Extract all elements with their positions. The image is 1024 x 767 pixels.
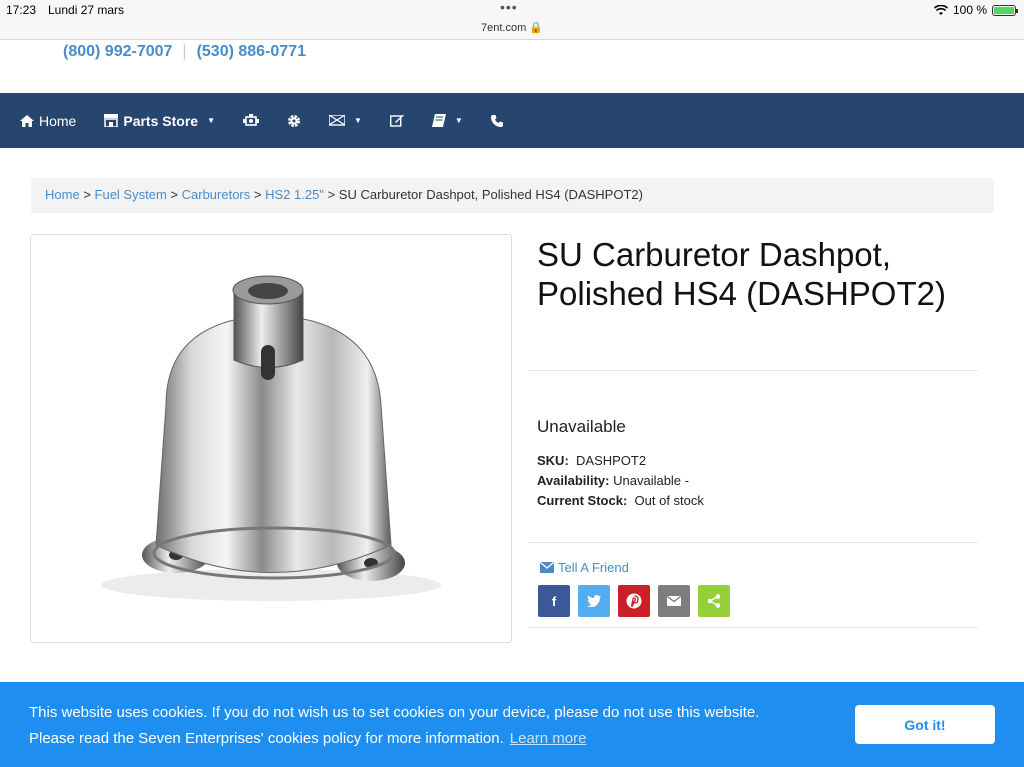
main-navbar: Home Parts Store ▼ ▼ ▼ — [0, 93, 1024, 148]
wifi-icon — [933, 4, 948, 15]
availability-label: Availability: — [537, 473, 610, 488]
cookie-text: This website uses cookies. If you do not… — [29, 700, 829, 752]
phone-link-2[interactable]: (530) 886-0771 — [197, 43, 306, 61]
breadcrumb-home[interactable]: Home — [45, 187, 80, 202]
nav-engine[interactable] — [242, 113, 259, 128]
chevron-down-icon: ▼ — [454, 116, 463, 125]
availability-value: Unavailable - — [613, 473, 689, 488]
chevron-down-icon: ▼ — [207, 116, 215, 125]
breadcrumb-current: SU Carburetor Dashpot, Polished HS4 (DAS… — [338, 187, 643, 202]
product-image[interactable] — [31, 235, 511, 642]
nav-parts-store[interactable]: Parts Store ▼ — [104, 113, 215, 129]
facebook-icon: f — [551, 593, 557, 609]
browser-status-bar: 17:23 Lundi 27 mars ••• 7ent.com 🔒 100 % — [0, 0, 1024, 40]
breadcrumb-separator: > — [327, 187, 339, 202]
product-title: SU Carburetor Dashpot, Polished HS4 (DAS… — [537, 236, 946, 312]
product-specs: SKU: DASHPOT2 Availability: Unavailable … — [537, 451, 704, 511]
tell-a-friend-label: Tell A Friend — [558, 560, 629, 575]
url-bar[interactable]: 7ent.com 🔒 — [0, 21, 1024, 34]
home-icon — [20, 114, 34, 127]
sku-label: SKU: — [537, 453, 569, 468]
nav-phone[interactable] — [490, 114, 503, 127]
nav-parts-store-label: Parts Store — [123, 112, 199, 129]
more-dots-icon[interactable]: ••• — [500, 0, 518, 14]
stock-label: Current Stock: — [537, 493, 628, 508]
breadcrumb-separator: > — [83, 187, 95, 202]
breadcrumb-separator: > — [253, 187, 266, 202]
pinterest-icon — [626, 593, 642, 609]
cookie-banner: This website uses cookies. If you do not… — [0, 682, 1024, 767]
twitter-share-button[interactable] — [578, 585, 610, 617]
phone-icon — [490, 114, 503, 127]
generic-share-button[interactable] — [698, 585, 730, 617]
phone-separator: | — [182, 43, 187, 60]
share-icon — [707, 594, 721, 608]
email-icon — [667, 596, 681, 606]
share-buttons: f — [538, 585, 730, 617]
pinterest-share-button[interactable] — [618, 585, 650, 617]
breadcrumb-hs2[interactable]: HS2 1.25" — [265, 187, 324, 202]
status-date: Lundi 27 mars — [48, 3, 125, 17]
nav-book[interactable]: ▼ — [431, 114, 463, 127]
sku-row: SKU: DASHPOT2 — [537, 451, 704, 471]
gear-icon — [287, 114, 300, 127]
cookie-line-2: Please read the Seven Enterprises' cooki… — [29, 730, 504, 747]
nav-flag[interactable]: ▼ — [328, 114, 362, 127]
nav-home[interactable]: Home — [20, 113, 76, 129]
cookie-line-1: This website uses cookies. If you do not… — [29, 704, 760, 721]
got-it-button[interactable]: Got it! — [855, 705, 995, 744]
tell-a-friend-link[interactable]: Tell A Friend — [540, 560, 629, 575]
product-image-frame — [30, 234, 512, 643]
nav-settings[interactable] — [287, 114, 301, 128]
store-icon — [104, 114, 119, 127]
twitter-icon — [587, 595, 601, 607]
status-time: 17:23 — [6, 3, 37, 17]
learn-more-link[interactable]: Learn more — [510, 730, 587, 747]
envelope-icon — [540, 562, 554, 573]
breadcrumb-separator: > — [170, 187, 182, 202]
email-share-button[interactable] — [658, 585, 690, 617]
availability-heading: Unavailable — [537, 417, 626, 436]
phone-link-1[interactable]: (800) 992-7007 — [63, 43, 172, 61]
edit-icon — [389, 114, 404, 127]
status-right: 100 % — [933, 3, 1018, 17]
battery-percent: 100 % — [952, 3, 987, 17]
divider — [528, 627, 978, 628]
stock-row: Current Stock: Out of stock — [537, 491, 704, 511]
divider — [528, 542, 978, 543]
battery-icon — [992, 4, 1018, 16]
breadcrumb-fuel-system[interactable]: Fuel System — [95, 187, 167, 202]
engine-icon — [242, 113, 259, 126]
facebook-share-button[interactable]: f — [538, 585, 570, 617]
breadcrumb-carburetors[interactable]: Carburetors — [182, 187, 251, 202]
book-icon — [431, 114, 446, 127]
sku-value: DASHPOT2 — [576, 453, 647, 468]
cookie-line-2-row: Please read the Seven Enterprises' cooki… — [29, 726, 829, 752]
header-phones: (800) 992-7007 | (530) 886-0771 — [63, 43, 306, 61]
flag-icon — [328, 114, 345, 126]
nav-home-label: Home — [39, 112, 77, 129]
availability-row: Availability: Unavailable - — [537, 471, 704, 491]
stock-value: Out of stock — [634, 493, 704, 508]
chevron-down-icon: ▼ — [353, 116, 362, 125]
breadcrumb: Home > Fuel System > Carburetors > HS2 1… — [31, 178, 994, 213]
nav-edit[interactable] — [389, 114, 404, 127]
divider — [528, 370, 978, 371]
